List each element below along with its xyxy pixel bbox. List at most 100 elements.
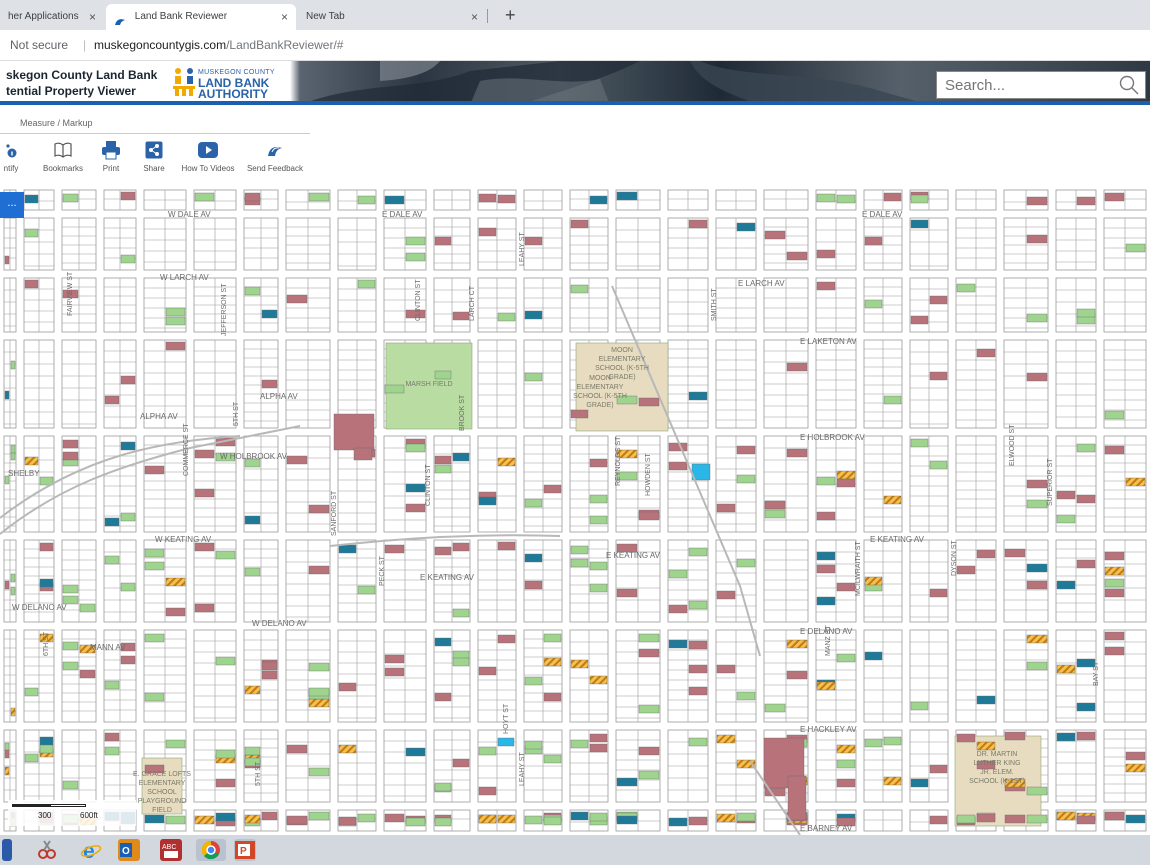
highlighted-parcel[interactable] [929, 371, 948, 381]
highlighted-parcel[interactable] [62, 780, 79, 790]
highlighted-parcel[interactable] [638, 633, 660, 643]
chrome-icon[interactable] [196, 839, 226, 861]
highlighted-parcel[interactable] [261, 811, 278, 821]
highlighted-parcel[interactable] [688, 816, 708, 826]
highlighted-parcel[interactable] [616, 777, 638, 787]
highlighted-parcel[interactable] [524, 372, 543, 382]
url-text[interactable]: muskegoncountygis.com/LandBankReviewer/# [94, 30, 343, 60]
highlighted-parcel[interactable] [62, 451, 79, 461]
highlighted-parcel[interactable] [452, 452, 470, 462]
highlighted-parcel[interactable] [688, 391, 708, 401]
highlighted-parcel[interactable] [434, 782, 452, 792]
highlighted-parcel[interactable] [543, 484, 562, 494]
highlighted-parcel[interactable] [308, 811, 330, 821]
hatched-parcel[interactable] [570, 659, 589, 669]
highlighted-parcel[interactable] [816, 596, 836, 606]
highlighted-parcel[interactable] [286, 294, 308, 304]
tab-new-tab[interactable]: New Tab × [298, 4, 486, 30]
highlighted-parcel[interactable] [194, 449, 215, 459]
highlighted-parcel[interactable] [244, 746, 261, 756]
hatched-parcel[interactable] [816, 681, 836, 691]
highlighted-parcel[interactable] [405, 747, 426, 757]
highlighted-parcel[interactable] [333, 413, 375, 451]
powerpoint-icon[interactable]: P [234, 839, 256, 861]
highlighted-parcel[interactable] [120, 582, 136, 592]
highlighted-parcel[interactable] [1004, 731, 1026, 741]
search-box[interactable] [936, 71, 1146, 99]
highlighted-parcel[interactable] [736, 222, 756, 232]
highlighted-parcel[interactable] [1056, 732, 1076, 742]
highlighted-parcel[interactable] [384, 544, 405, 554]
highlighted-parcel[interactable] [24, 753, 39, 763]
hatched-parcel[interactable] [194, 815, 215, 825]
highlighted-parcel[interactable] [688, 640, 708, 650]
highlighted-parcel[interactable] [570, 545, 589, 555]
share-button[interactable]: Share [140, 138, 168, 184]
highlighted-parcel[interactable] [452, 758, 470, 768]
highlighted-parcel[interactable] [589, 583, 608, 593]
highlighted-parcel[interactable] [165, 607, 186, 617]
hatched-parcel[interactable] [244, 814, 261, 824]
highlighted-parcel[interactable] [144, 814, 165, 824]
highlighted-parcel[interactable] [910, 219, 929, 229]
hatched-parcel[interactable] [836, 744, 856, 754]
highlighted-parcel[interactable] [570, 558, 589, 568]
highlighted-parcel[interactable] [1026, 234, 1048, 244]
highlighted-parcel[interactable] [764, 509, 786, 519]
highlighted-parcel[interactable] [668, 639, 688, 649]
highlighted-parcel[interactable] [1125, 243, 1146, 253]
highlighted-parcel[interactable] [120, 512, 136, 522]
highlighted-parcel[interactable] [816, 511, 836, 521]
highlighted-parcel[interactable] [62, 193, 79, 203]
abc-icon[interactable]: ABC [160, 839, 182, 861]
highlighted-parcel[interactable] [194, 603, 215, 613]
highlighted-parcel[interactable] [570, 219, 589, 229]
highlighted-parcel[interactable] [120, 375, 136, 385]
highlighted-parcel[interactable] [688, 686, 708, 696]
hatched-parcel[interactable] [478, 814, 497, 824]
highlighted-parcel[interactable] [910, 701, 929, 711]
highlighted-parcel[interactable] [816, 193, 836, 203]
highlighted-parcel[interactable] [215, 778, 236, 788]
address-bar[interactable]: Not secure | muskegoncountygis.com/LandB… [0, 30, 1150, 61]
how-to-videos-button[interactable]: How To Videos [180, 138, 236, 184]
highlighted-parcel[interactable] [261, 661, 278, 671]
hatched-parcel[interactable] [786, 639, 808, 649]
hatched-parcel[interactable] [543, 657, 562, 667]
highlighted-parcel[interactable] [10, 360, 16, 370]
highlighted-parcel[interactable] [434, 817, 452, 827]
highlighted-parcel[interactable] [62, 661, 79, 671]
highlighted-parcel[interactable] [4, 742, 10, 752]
highlighted-parcel[interactable] [864, 738, 883, 748]
highlighted-parcel[interactable] [452, 311, 470, 321]
outlook-icon[interactable]: O [118, 839, 140, 861]
highlighted-parcel[interactable] [836, 759, 856, 769]
highlighted-parcel[interactable] [864, 299, 883, 309]
highlighted-parcel[interactable] [1026, 814, 1048, 824]
highlighted-parcel[interactable] [4, 255, 10, 265]
close-tab-icon[interactable]: × [281, 4, 288, 30]
highlighted-parcel[interactable] [478, 193, 497, 203]
hatched-parcel[interactable] [308, 698, 330, 708]
tab-other-applications[interactable]: her Applications × [0, 4, 104, 30]
highlighted-parcel[interactable] [165, 739, 186, 749]
highlighted-parcel[interactable] [616, 815, 638, 825]
highlighted-parcel[interactable] [688, 219, 708, 229]
highlighted-parcel[interactable] [1004, 548, 1026, 558]
highlighted-parcel[interactable] [716, 503, 736, 513]
highlighted-parcel[interactable] [384, 813, 405, 823]
highlighted-parcel[interactable] [1056, 580, 1076, 590]
highlighted-parcel[interactable] [764, 230, 786, 240]
highlighted-parcel[interactable] [910, 438, 929, 448]
highlighted-parcel[interactable] [452, 542, 470, 552]
highlighted-parcel[interactable] [956, 814, 976, 824]
hatched-parcel[interactable] [883, 776, 902, 786]
highlighted-parcel[interactable] [497, 634, 516, 644]
highlighted-parcel[interactable] [384, 667, 405, 677]
highlighted-parcel[interactable] [764, 703, 786, 713]
highlighted-parcel[interactable] [261, 670, 278, 680]
close-tab-icon[interactable]: × [89, 4, 96, 30]
highlighted-parcel[interactable] [910, 315, 929, 325]
highlighted-parcel[interactable] [836, 478, 856, 488]
highlighted-parcel[interactable] [616, 191, 638, 201]
